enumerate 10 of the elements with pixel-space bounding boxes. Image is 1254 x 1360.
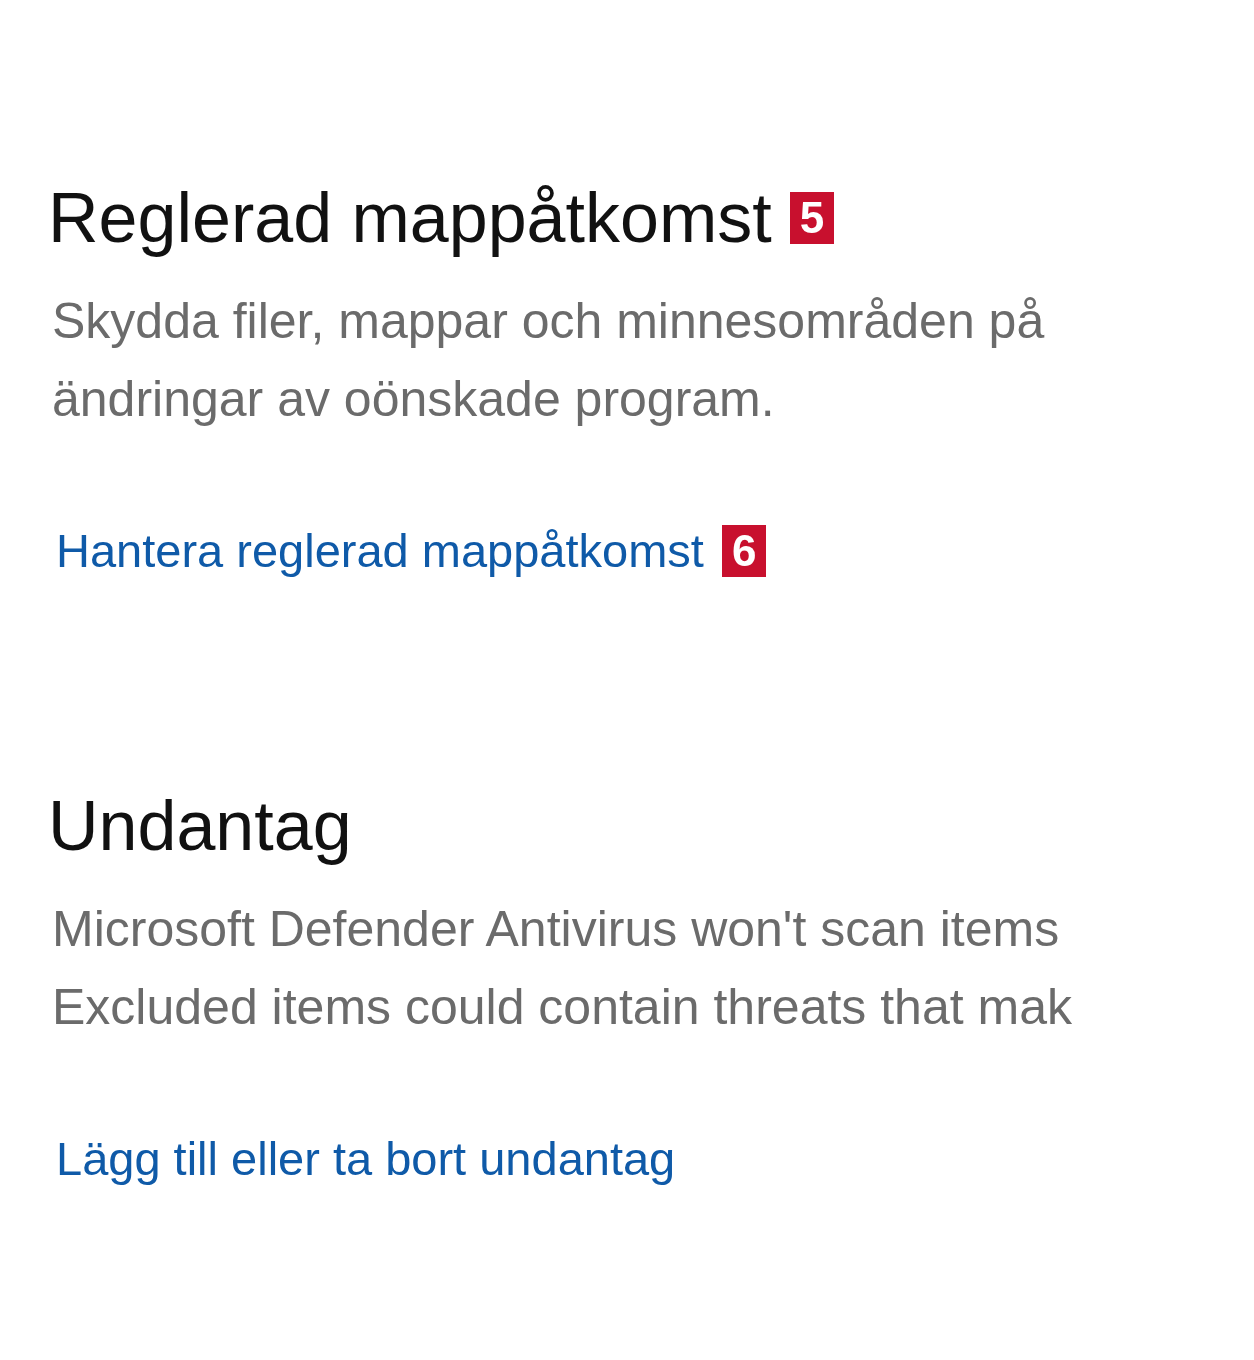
- section-heading: Undantag: [48, 786, 352, 866]
- settings-link[interactable]: Hantera reglerad mappåtkomst: [56, 522, 704, 580]
- description-text: Excluded items could contain threats that mak: [52, 978, 1072, 1037]
- description-text: Microsoft Defender Antivirus won't scan items: [52, 900, 1060, 959]
- section-heading: Reglerad mappåtkomst: [48, 178, 772, 258]
- description-text: Skydda filer, mappar och minnesområden på: [52, 292, 1045, 351]
- description-text: ändringar av oönskade program.: [52, 370, 775, 429]
- number-badge: 5: [789, 192, 835, 244]
- settings-link[interactable]: Lägg till eller ta bort undantag: [56, 1130, 676, 1188]
- number-badge: 6: [721, 525, 767, 577]
